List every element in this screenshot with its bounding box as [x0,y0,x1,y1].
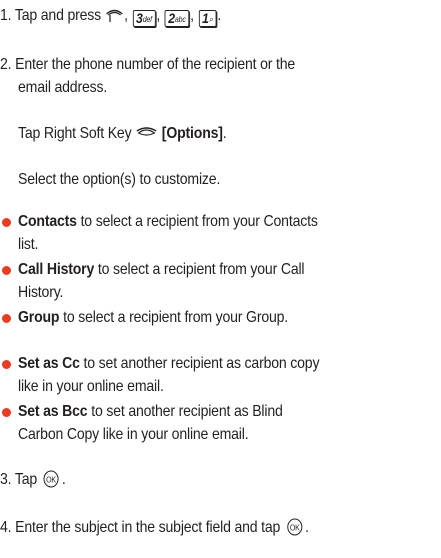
step-2-line-1: 2. Enter the phone number of the recipie… [0,56,296,73]
bullet-icon [2,266,11,275]
step-1: 1. Tap and press , 3def, 2abc, 1⌕. [0,6,221,30]
left-soft-key-icon [105,8,124,30]
right-soft-key-icon [135,126,158,148]
manual-page: 1. Tap and press , 3def, 2abc, 1⌕. 2. En… [0,0,441,558]
step-4: 4. Enter the subject in the subject fiel… [0,518,309,542]
option-set-as-bcc-cont: Carbon Copy like in your online email. [18,426,249,443]
bullet-icon [2,218,11,227]
step-2-line-2: email address. [18,79,108,96]
ok-key-icon: OK [284,518,305,542]
bullet-icon [2,314,11,323]
key-3-def-icon: 3def [132,10,156,27]
key-1-voicemail-icon: 1⌕ [198,10,217,27]
key-2-abc-icon: 2abc [164,10,190,27]
svg-text:OK: OK [46,475,56,485]
option-group: Group to select a recipient from your Gr… [18,309,289,326]
ok-key-icon: OK [41,470,62,494]
option-set-as-bcc: Set as Bcc to set another recipient as B… [18,403,283,420]
option-set-as-cc: Set as Cc to set another recipient as ca… [18,355,320,372]
svg-text:OK: OK [290,523,300,533]
step-3: 3. Tap OK . [0,470,66,494]
option-set-as-cc-cont: like in your online email. [18,378,164,395]
option-call-history-cont: History. [18,284,64,301]
option-call-history: Call History to select a recipient from … [18,261,305,278]
step-2-select: Select the option(s) to customize. [18,171,221,188]
step-2-tap-options: Tap Right Soft Key [Options]. [18,124,227,148]
bullet-icon [2,408,11,417]
option-contacts: Contacts to select a recipient from your… [18,213,318,230]
option-contacts-cont: list. [18,236,39,253]
bullet-icon [2,360,11,369]
step-1-text: 1. Tap and press [0,7,102,24]
